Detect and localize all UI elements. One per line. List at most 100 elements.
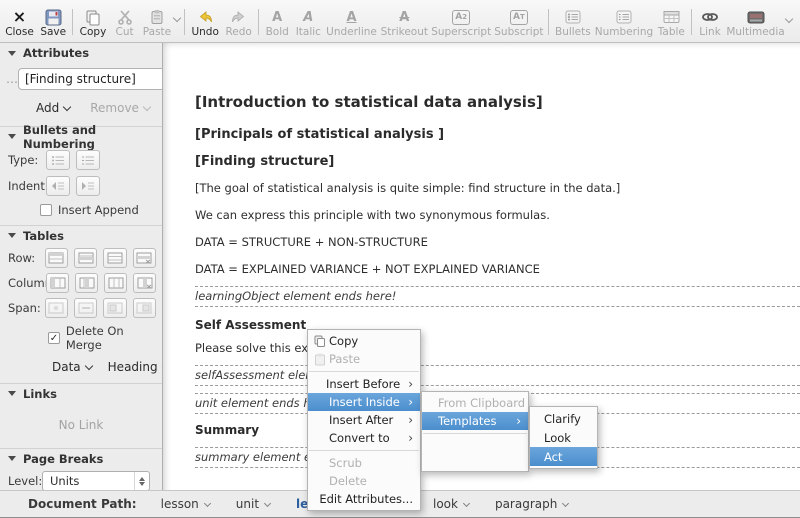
superscript-button[interactable]: A2 Superscript: [430, 7, 492, 41]
row-delete-button[interactable]: [133, 248, 156, 268]
doc-formula: DATA = STRUCTURE + NON-STRUCTURE: [195, 235, 800, 249]
chevron-down-icon: [264, 499, 271, 506]
column-insert-right-button[interactable]: [75, 273, 98, 293]
bullets-button[interactable]: Bullets: [552, 7, 593, 41]
italic-button[interactable]: A Italic: [292, 7, 324, 41]
section-links[interactable]: Links: [0, 383, 162, 402]
expander-triangle-icon: [8, 51, 16, 56]
section-links-title: Links: [23, 387, 57, 401]
row-insert-above-button[interactable]: [45, 248, 68, 268]
row-insert-below-button[interactable]: [74, 248, 97, 268]
close-button[interactable]: × Close: [2, 7, 37, 41]
doc-self-assessment-title: Self Assessment: [195, 318, 800, 332]
chevron-down-icon: [173, 14, 181, 22]
submenu-empty-area: [422, 437, 528, 469]
save-icon: [45, 8, 62, 26]
sidebar: Attributes … Add Remove Bullets and Numb…: [0, 43, 163, 490]
span-row-button[interactable]: [103, 298, 126, 318]
bullet-list-type-button[interactable]: [46, 150, 70, 170]
numbering-button[interactable]: Numbering: [593, 7, 654, 41]
strikeout-button[interactable]: A Strikeout: [379, 7, 430, 41]
menu-item-act[interactable]: Act: [530, 447, 597, 466]
attributes-remove-dropdown[interactable]: Remove: [90, 101, 150, 115]
section-page-breaks[interactable]: Page Breaks: [0, 448, 162, 467]
menu-separator: [309, 371, 419, 372]
save-button[interactable]: Save: [37, 7, 70, 41]
element-end-marker-learning-object: learningObject element ends here!: [195, 286, 800, 307]
level-select[interactable]: Units: [42, 471, 150, 490]
underline-button[interactable]: A Underline: [324, 7, 378, 41]
menu-item-from-clipboard[interactable]: From Clipboard: [422, 394, 528, 412]
table-span-icon: [48, 302, 64, 314]
chevron-down-icon: [143, 102, 151, 110]
numbering-label: Numbering: [595, 26, 653, 39]
span-merge-button[interactable]: [45, 298, 68, 318]
menu-item-convert-to[interactable]: Convert to ›: [308, 429, 420, 447]
multimedia-button[interactable]: Multimedia: [725, 7, 786, 41]
delete-on-merge-label: Delete On Merge: [66, 324, 162, 352]
underline-label: Underline: [326, 26, 377, 39]
span-split-button[interactable]: [74, 298, 97, 318]
menu-item-insert-after[interactable]: Insert After ›: [308, 411, 420, 429]
subscript-button[interactable]: AT Subscript: [492, 7, 545, 41]
indent-left-button[interactable]: [46, 176, 70, 196]
menu-item-scrub[interactable]: Scrub: [308, 454, 420, 472]
row-select-button[interactable]: [103, 248, 126, 268]
menu-item-paste[interactable]: Paste: [308, 350, 420, 368]
redo-label: Redo: [225, 26, 251, 39]
toolbar-overflow-button[interactable]: [786, 7, 792, 26]
bold-button[interactable]: A Bold: [262, 7, 292, 41]
table-column-icon: [79, 277, 95, 289]
table-row-icon: [78, 252, 94, 264]
paste-button[interactable]: Paste: [140, 7, 175, 41]
column-insert-left-button[interactable]: [46, 273, 69, 293]
context-menu: Copy Paste Insert Before › Insert Inside…: [307, 329, 421, 511]
add-label: Add: [36, 101, 59, 115]
submenu-arrow-icon: ›: [408, 397, 413, 407]
menu-item-look[interactable]: Look: [530, 428, 597, 447]
cut-button[interactable]: Cut: [110, 7, 140, 41]
delete-on-merge-checkbox[interactable]: ✓: [48, 332, 60, 344]
redo-button[interactable]: Redo: [222, 7, 255, 41]
menu-item-copy[interactable]: Copy: [308, 332, 420, 350]
path-item-lesson[interactable]: lesson: [161, 497, 210, 511]
cut-label: Cut: [116, 26, 134, 39]
menu-item-templates[interactable]: Templates ›: [422, 412, 528, 430]
table-icon: [663, 8, 680, 26]
section-attributes[interactable]: Attributes: [0, 43, 162, 62]
copy-button[interactable]: Copy: [76, 7, 109, 41]
span-column-button[interactable]: [133, 298, 156, 318]
path-item-unit[interactable]: unit: [236, 497, 270, 511]
indent-right-button[interactable]: [76, 176, 100, 196]
section-bullets-numbering[interactable]: Bullets and Numbering: [0, 126, 162, 145]
path-item-look[interactable]: look: [433, 497, 469, 511]
path-item-paragraph[interactable]: paragraph: [495, 497, 568, 511]
attribute-value-input[interactable]: [18, 68, 163, 90]
templates-submenu: Clarify Look Act: [529, 406, 598, 469]
attributes-more-button[interactable]: …: [6, 72, 18, 86]
table-heading-dropdown[interactable]: Heading: [108, 360, 163, 374]
document-path-label: Document Path:: [28, 497, 137, 511]
superscript-label: Superscript: [431, 26, 491, 39]
undo-label: Undo: [191, 26, 218, 39]
menu-item-delete[interactable]: Delete: [308, 472, 420, 490]
row-label: Row:: [0, 251, 45, 265]
undo-button[interactable]: Undo: [188, 7, 222, 41]
close-label: Close: [5, 26, 34, 39]
numbered-list-type-button[interactable]: [76, 150, 100, 170]
level-select-value: Units: [43, 474, 134, 488]
menu-item-insert-before[interactable]: Insert Before ›: [308, 375, 420, 393]
table-data-dropdown[interactable]: Data: [52, 360, 92, 374]
insert-append-checkbox[interactable]: [40, 204, 52, 216]
menu-item-insert-inside[interactable]: Insert Inside ›: [308, 393, 420, 411]
element-end-marker-self-assessment: selfAssessment element ends here!: [195, 365, 800, 386]
menu-item-edit-attributes[interactable]: Edit Attributes...: [308, 490, 420, 508]
column-delete-button[interactable]: [133, 273, 156, 293]
column-select-button[interactable]: [104, 273, 127, 293]
section-tables[interactable]: Tables: [0, 225, 162, 244]
menu-item-clarify[interactable]: Clarify: [530, 409, 597, 428]
paste-dropdown-button[interactable]: [174, 6, 180, 25]
attributes-add-dropdown[interactable]: Add: [36, 101, 70, 115]
link-button[interactable]: Link: [695, 7, 725, 41]
table-button[interactable]: Table: [654, 7, 688, 41]
